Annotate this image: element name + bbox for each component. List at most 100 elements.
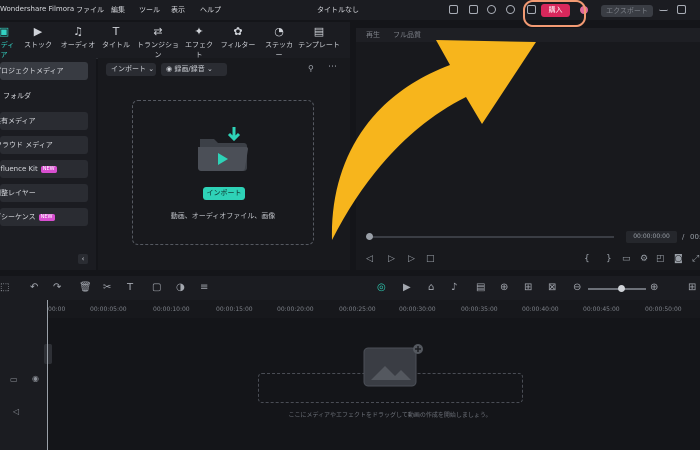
tab-effect[interactable]: ✦ エフェクト [182, 26, 216, 60]
zoom-slider-handle[interactable] [618, 285, 625, 292]
tab-full-quality[interactable]: フル品質 [393, 30, 421, 40]
snapshot-icon[interactable]: ◰ [656, 254, 665, 264]
timeline-ruler[interactable]: 00:00 00:00:05:00 00:00:10:00 00:00:15:0… [0, 300, 700, 319]
media-drop-zone[interactable]: インポート 動画、オーディオファイル、画像 [132, 100, 314, 245]
template-icon: ▤ [313, 25, 325, 38]
asset-toolbar: ▣メディア ▶ストック ♫オーディオ Tタイトル ⇄トランジション ✦エフェクト… [0, 22, 350, 59]
split-icon[interactable]: ✂ [103, 282, 111, 294]
microphone-icon[interactable]: ♪ [451, 282, 457, 294]
buy-highlight-ring [523, 0, 586, 27]
color-icon[interactable]: ◑ [176, 282, 185, 294]
tab-playback[interactable]: 再生 [366, 30, 380, 40]
layout-icon[interactable] [449, 5, 458, 14]
link-icon[interactable]: ⊠ [548, 282, 556, 294]
collapse-sidebar-icon[interactable]: ‹ [78, 254, 88, 264]
text-icon[interactable]: T [127, 282, 133, 294]
zoom-slider[interactable] [588, 288, 646, 290]
speaker-icon[interactable]: ◁ [13, 407, 19, 416]
tab-template[interactable]: ▤ テンプレート [298, 26, 340, 50]
cloud-icon[interactable] [487, 5, 496, 14]
new-badge: NEW [38, 214, 55, 221]
select-icon[interactable]: ⬚ [0, 282, 9, 294]
menu-tools[interactable]: ツール [139, 5, 160, 15]
sidebar-item-adjustment-layer[interactable]: 調整レイヤー [0, 184, 88, 202]
snap-icon[interactable]: ⊞ [524, 282, 532, 294]
marker-icon[interactable]: ⌂ [428, 282, 434, 294]
prev-frame-icon[interactable]: ▷ [388, 254, 395, 264]
track-video-icon: ▭ [10, 375, 18, 384]
tab-transition[interactable]: ⇄ トランジション [134, 26, 182, 60]
audio-icon: ♫ [73, 25, 83, 38]
effect-icon: ✦ [194, 25, 204, 38]
media-panel: インポート ⌄ ◉ 録画/録音 ⌄ ⚲ ⋯ インポート 動画、オーディオファイル… [98, 58, 350, 270]
eye-icon[interactable]: ◉ [32, 374, 39, 383]
tab-sticker[interactable]: ◔ ステッカー [262, 26, 296, 60]
play-icon[interactable]: ▷ [408, 254, 415, 264]
redo-icon[interactable]: ↷ [53, 282, 61, 294]
tab-title[interactable]: T タイトル [100, 26, 132, 50]
sidebar-item-cloud-media[interactable]: クラウド メディア [0, 136, 88, 154]
zoom-in-icon[interactable]: ⊕ [650, 282, 658, 294]
preview-scrubber[interactable] [370, 236, 614, 238]
menu-file[interactable]: ファイル [76, 5, 104, 15]
ruler-tick: 00:00:25:00 [339, 306, 376, 313]
fullscreen-icon[interactable]: ⤢ [692, 254, 699, 264]
adjust-icon[interactable]: ≡ [200, 282, 208, 294]
ai-icon[interactable]: ◎ [377, 282, 386, 294]
import-button[interactable]: インポート [203, 187, 245, 200]
record-icon: ◉ [166, 65, 173, 73]
sidebar-item-folder[interactable]: フォルダ [0, 87, 88, 105]
headset-icon[interactable] [506, 5, 515, 14]
menu-help[interactable]: ヘルプ [200, 5, 221, 15]
maximize-icon[interactable] [677, 5, 686, 14]
mark-out-icon[interactable]: } [606, 254, 612, 264]
sidebar-item-project-media[interactable]: プロジェクトメディア [0, 62, 88, 80]
tab-filter[interactable]: ✿ フィルター [220, 26, 256, 50]
record-dropdown[interactable]: ◉ 録画/録音 ⌄ [161, 63, 227, 76]
grid-view-icon[interactable]: ⊞ [688, 282, 696, 294]
camera-icon[interactable]: ◙ [674, 254, 683, 264]
ruler-tick: 00:00:35:00 [461, 306, 498, 313]
tab-stock[interactable]: ▶ ストック [22, 26, 54, 50]
tab-media[interactable]: ▣メディア [0, 26, 16, 60]
sticker-icon: ◔ [274, 25, 284, 38]
scrubber-handle[interactable] [366, 233, 373, 240]
sidebar-item-influence-kit[interactable]: Influence KitNEW [0, 160, 88, 178]
folder-icon [198, 127, 248, 171]
playhead[interactable] [47, 300, 48, 450]
more-icon[interactable]: ⋯ [328, 62, 337, 72]
media-icon: ▣ [0, 25, 10, 38]
ruler-tick: 00:00:20:00 [277, 306, 314, 313]
stop-icon[interactable]: □ [426, 254, 435, 264]
zoom-out-icon[interactable]: ⊖ [573, 282, 581, 294]
chevron-down-icon: ⌄ [148, 65, 155, 73]
minimize-icon[interactable] [659, 5, 668, 11]
delete-icon[interactable]: 🗑 [79, 282, 92, 294]
crop-icon[interactable]: ▢ [152, 282, 161, 294]
timeline-hint: ここにメディアやエフェクトをドラッグして動画の作成を開始しましょう。 [288, 412, 492, 419]
track-resize-handle[interactable] [44, 344, 52, 364]
filter-sort-icon[interactable]: ⚲ [308, 64, 314, 73]
monitor-icon[interactable]: ▭ [622, 254, 631, 264]
export-button[interactable]: エクスポート [601, 5, 653, 17]
ruler-tick: 00:00:10:00 [153, 306, 190, 313]
undo-icon[interactable]: ↶ [30, 282, 38, 294]
menu-bar: Wondershare Filmora ファイル 編集 ツール 表示 ヘルプ タ… [0, 0, 700, 20]
render-icon[interactable]: ▶ [403, 282, 411, 294]
sidebar-item-sequence[interactable]: ブシーケンスNEW [0, 208, 88, 226]
sidebar-item-shared-media[interactable]: 共有メディア [0, 112, 88, 130]
step-back-icon[interactable]: ◁ [366, 254, 373, 264]
ruler-tick: 00:00:45:00 [583, 306, 620, 313]
ruler-tick: 00:00:50:00 [645, 306, 682, 313]
voiceover-icon[interactable]: ▤ [476, 282, 485, 294]
ripple-icon[interactable]: ⊕ [500, 282, 508, 294]
quality-icon[interactable]: ⚙ [640, 254, 648, 264]
ruler-tick: 00:00:05:00 [90, 306, 127, 313]
transition-icon: ⇄ [153, 25, 163, 38]
menu-edit[interactable]: 編集 [111, 5, 125, 15]
save-icon[interactable] [469, 5, 478, 14]
tab-audio[interactable]: ♫ オーディオ [60, 26, 96, 50]
import-dropdown[interactable]: インポート ⌄ [106, 63, 156, 76]
mark-in-icon[interactable]: { [584, 254, 590, 264]
menu-view[interactable]: 表示 [171, 5, 185, 15]
